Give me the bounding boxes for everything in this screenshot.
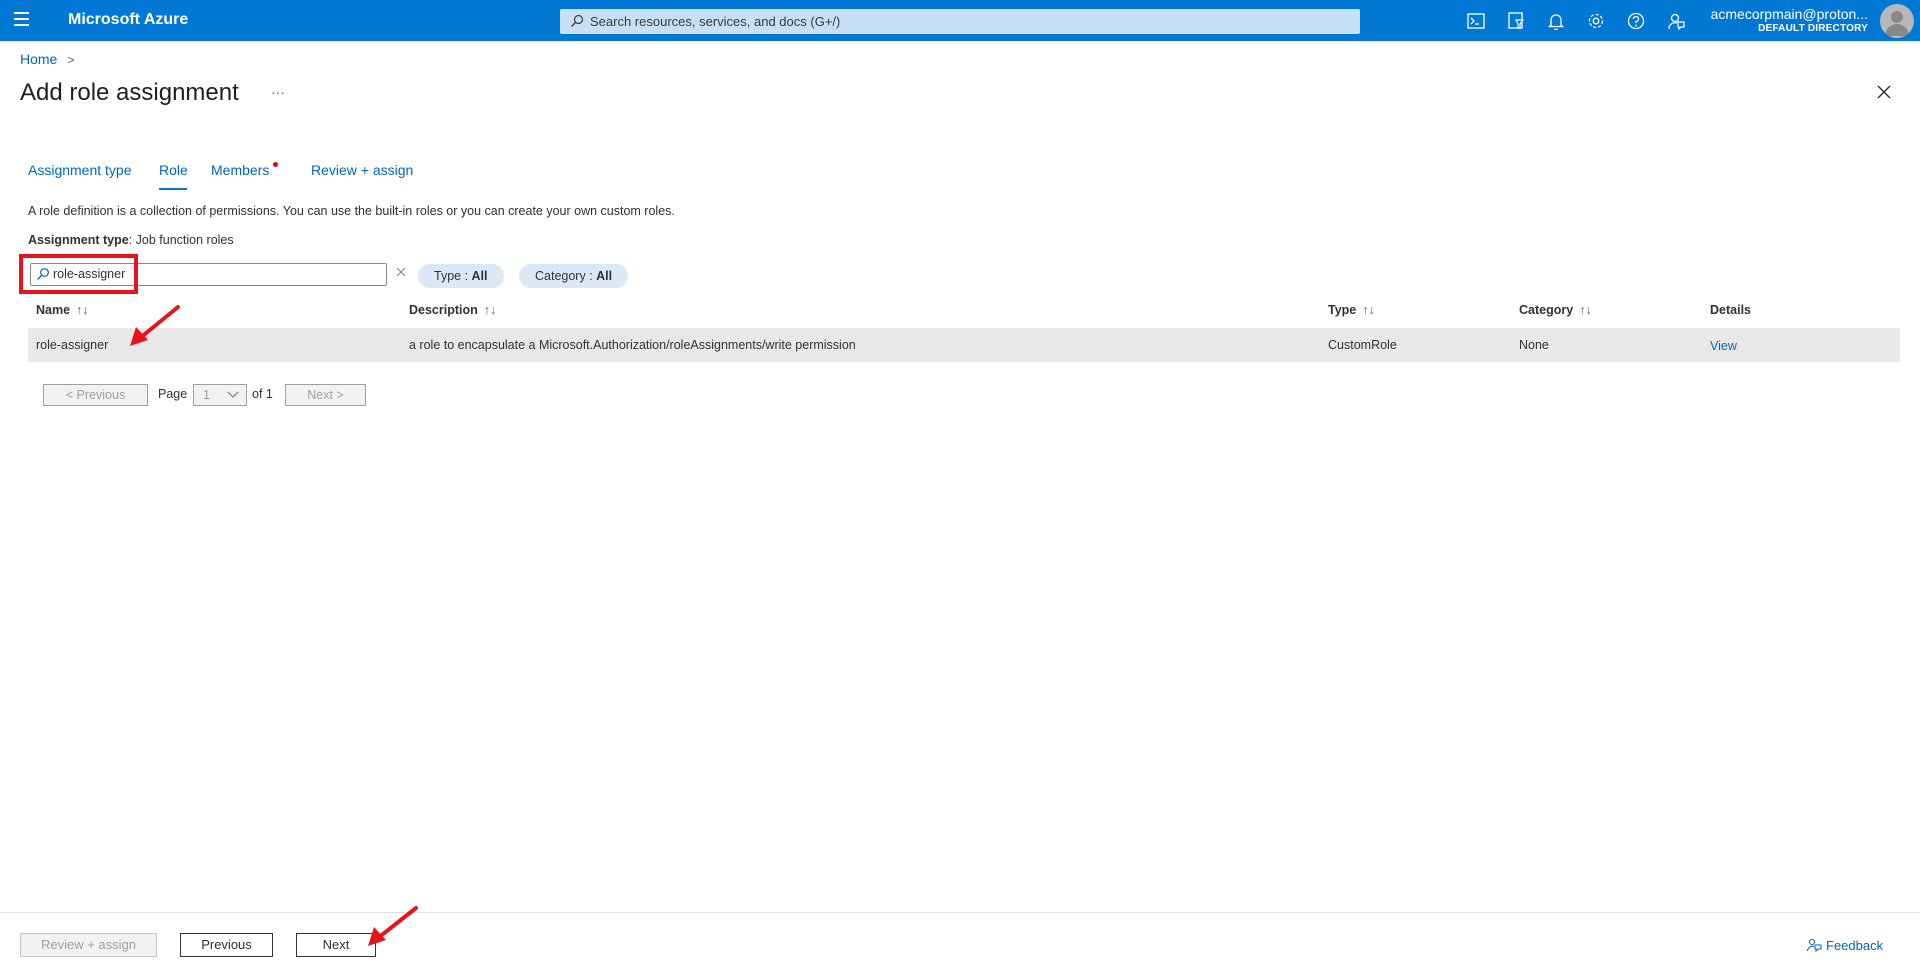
- category-filter-pill[interactable]: Category : All: [519, 264, 629, 288]
- tab-members[interactable]: Members: [211, 162, 269, 178]
- column-header-category[interactable]: Category ↑↓: [1519, 303, 1592, 317]
- sort-icon: ↑↓: [76, 303, 89, 317]
- account-directory: DEFAULT DIRECTORY: [1758, 23, 1868, 34]
- feedback-icon: [1806, 938, 1822, 953]
- tab-review-assign[interactable]: Review + assign: [311, 162, 413, 178]
- sort-icon: ↑↓: [1579, 303, 1592, 317]
- annotation-highlight-box: [19, 254, 138, 294]
- assignment-type-info: Assignment type: Job function roles: [28, 233, 234, 247]
- column-header-name-label: Name: [36, 303, 71, 317]
- cloud-shell-icon[interactable]: [1465, 10, 1487, 32]
- role-description-text: A role definition is a collection of per…: [28, 204, 675, 218]
- category-filter-label: Category :: [535, 269, 597, 283]
- required-dot-icon: [273, 162, 278, 167]
- table-row[interactable]: [28, 328, 1900, 362]
- avatar[interactable]: [1880, 4, 1914, 38]
- breadcrumb-home[interactable]: Home: [20, 51, 57, 67]
- top-bar: Microsoft Azure Search resources, servic…: [0, 0, 1920, 41]
- review-assign-button[interactable]: Review + assign: [20, 933, 157, 957]
- feedback-icon[interactable]: [1665, 10, 1687, 32]
- tab-assignment-type[interactable]: Assignment type: [28, 162, 132, 178]
- more-options-icon[interactable]: ···: [271, 84, 285, 100]
- clear-search-icon[interactable]: [394, 265, 408, 279]
- type-filter-label: Type :: [434, 269, 472, 283]
- assignment-type-label: Assignment type: [28, 233, 129, 247]
- row-category-cell: None: [1519, 338, 1549, 352]
- assignment-type-value: : Job function roles: [128, 233, 234, 247]
- column-header-name[interactable]: Name ↑↓: [36, 303, 89, 317]
- close-icon[interactable]: [1874, 82, 1894, 102]
- pager-next-button[interactable]: Next >: [285, 384, 366, 406]
- brand-title[interactable]: Microsoft Azure: [68, 11, 188, 29]
- column-header-description[interactable]: Description ↑↓: [409, 303, 496, 317]
- column-header-description-label: Description: [409, 303, 478, 317]
- column-header-type[interactable]: Type ↑↓: [1328, 303, 1375, 317]
- category-filter-value: All: [596, 269, 613, 283]
- directory-filter-icon[interactable]: [1505, 10, 1527, 32]
- pager-page-value: 1: [203, 388, 210, 402]
- type-filter-value: All: [471, 269, 488, 283]
- chevron-down-icon: [227, 391, 239, 398]
- sort-icon: ↑↓: [1362, 303, 1375, 317]
- row-name-cell[interactable]: role-assigner: [36, 338, 108, 352]
- feedback-link[interactable]: Feedback: [1806, 938, 1884, 953]
- tab-role[interactable]: Role: [159, 162, 188, 178]
- search-placeholder: Search resources, services, and docs (G+…: [590, 14, 841, 29]
- breadcrumb: Home >: [20, 51, 74, 67]
- notifications-icon[interactable]: [1545, 10, 1567, 32]
- chevron-right-icon: >: [67, 53, 75, 67]
- column-header-type-label: Type: [1328, 303, 1357, 317]
- help-icon[interactable]: [1625, 10, 1647, 32]
- annotation-arrow-icon: [130, 305, 180, 346]
- user-icon: [1885, 11, 1909, 36]
- annotation-arrow-icon: [368, 906, 418, 946]
- previous-button[interactable]: Previous: [180, 933, 273, 957]
- type-filter-pill[interactable]: Type : All: [418, 264, 504, 288]
- account-name: acmecorpmain@proton...: [1710, 6, 1868, 22]
- row-description-cell: a role to encapsulate a Microsoft.Author…: [409, 338, 856, 352]
- footer-divider: [0, 912, 1920, 913]
- settings-icon[interactable]: [1585, 10, 1607, 32]
- active-tab-indicator: [159, 188, 187, 190]
- pager-page-select[interactable]: 1: [193, 384, 247, 406]
- global-search-input[interactable]: Search resources, services, and docs (G+…: [560, 9, 1360, 34]
- column-header-category-label: Category: [1519, 303, 1574, 317]
- row-type-cell: CustomRole: [1328, 338, 1397, 352]
- pager-page-label: Page: [158, 387, 188, 401]
- page-title: Add role assignment: [20, 79, 239, 106]
- sort-icon: ↑↓: [483, 303, 497, 317]
- pager-of-label: of 1: [252, 387, 273, 401]
- account-menu[interactable]: acmecorpmain@proton... DEFAULT DIRECTORY: [1711, 6, 1868, 34]
- pager-previous-button[interactable]: < Previous: [43, 384, 148, 406]
- column-header-details: Details: [1710, 303, 1751, 317]
- view-details-link[interactable]: View: [1710, 339, 1737, 353]
- feedback-label: Feedback: [1826, 938, 1884, 953]
- menu-icon[interactable]: [14, 12, 34, 28]
- search-icon: [571, 14, 584, 27]
